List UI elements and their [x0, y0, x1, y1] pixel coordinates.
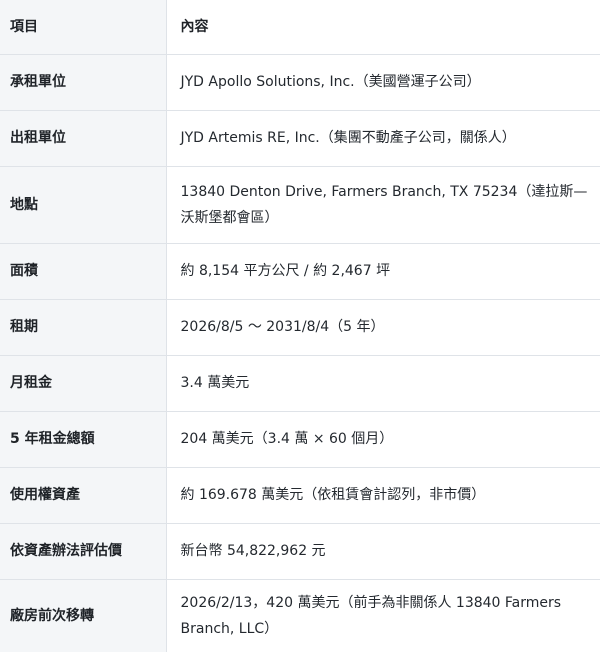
table-row: 租期 2026/8/5 ～ 2031/8/4（5 年） — [0, 299, 600, 356]
row-value-lessee: JYD Apollo Solutions, Inc.（美國營運子公司） — [166, 54, 600, 111]
table-row: 依資產辦法評估價 新台幣 54,822,962 元 — [0, 523, 600, 580]
row-value-rou-asset: 約 169.678 萬美元（依租賃會計認列，非市價） — [166, 467, 600, 524]
row-value-appraisal: 新台幣 54,822,962 元 — [166, 523, 600, 580]
row-label-monthly-rent: 月租金 — [0, 355, 167, 412]
row-label-prior-transfer: 廠房前次移轉 — [0, 579, 167, 652]
row-label-location: 地點 — [0, 166, 167, 244]
row-label-total-rent: 5 年租金總額 — [0, 411, 167, 468]
row-value-term: 2026/8/5 ～ 2031/8/4（5 年） — [166, 299, 600, 356]
table-row: 使用權資產 約 169.678 萬美元（依租賃會計認列，非市價） — [0, 467, 600, 524]
table-row: 面積 約 8,154 平方公尺 / 約 2,467 坪 — [0, 243, 600, 300]
row-value-prior-transfer: 2026/2/13，420 萬美元（前手為非關係人 13840 Farmers … — [180, 594, 562, 637]
row-value-lessor: JYD Artemis RE, Inc.（集團不動產子公司，關係人） — [166, 110, 600, 167]
row-label-area: 面積 — [0, 243, 167, 300]
table-row: 月租金 3.4 萬美元 — [0, 355, 600, 412]
header-item: 項目 — [0, 0, 167, 55]
table-row: 出租單位 JYD Artemis RE, Inc.（集團不動產子公司，關係人） — [0, 110, 600, 167]
table-header-row: 項目 內容 — [0, 0, 600, 55]
row-label-lessee: 承租單位 — [0, 54, 167, 111]
row-label-lessor: 出租單位 — [0, 110, 167, 167]
lease-info-table: 項目 內容 承租單位 JYD Apollo Solutions, Inc.（美國… — [0, 0, 600, 652]
row-label-appraisal: 依資產辦法評估價 — [0, 523, 167, 580]
row-value-total-rent: 204 萬美元（3.4 萬 × 60 個月） — [166, 411, 600, 468]
table-row: 承租單位 JYD Apollo Solutions, Inc.（美國營運子公司） — [0, 54, 600, 111]
header-content: 內容 — [166, 0, 600, 55]
row-label-term: 租期 — [0, 299, 167, 356]
table-row: 地點 13840 Denton Drive, Farmers Branch, T… — [0, 166, 600, 244]
row-value-area: 約 8,154 平方公尺 / 約 2,467 坪 — [166, 243, 600, 300]
table-row: 5 年租金總額 204 萬美元（3.4 萬 × 60 個月） — [0, 411, 600, 468]
table-row: 廠房前次移轉 2026/2/13，420 萬美元（前手為非關係人 13840 F… — [0, 579, 600, 652]
row-value-location: 13840 Denton Drive, Farmers Branch, TX 7… — [166, 166, 600, 244]
row-label-rou-asset: 使用權資產 — [0, 467, 167, 524]
row-value-monthly-rent: 3.4 萬美元 — [166, 355, 600, 412]
